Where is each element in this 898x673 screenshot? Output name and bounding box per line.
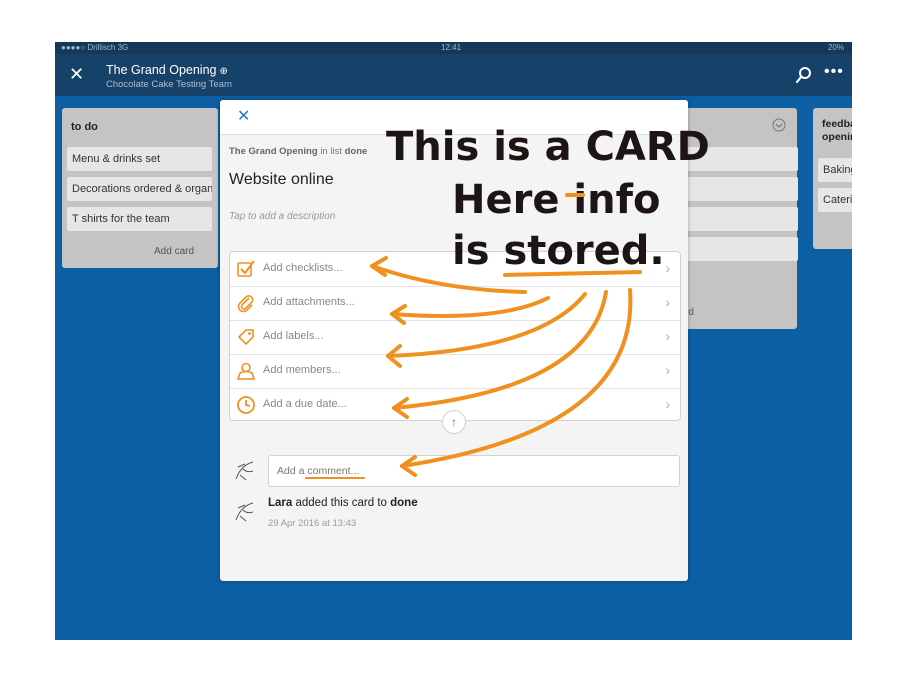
list-card[interactable] [685, 237, 798, 261]
list-card[interactable]: T shirts for the team [67, 207, 212, 231]
list-title: feedback opening [822, 118, 852, 143]
collapse-up-icon[interactable]: ↑ [442, 410, 466, 434]
add-labels-row[interactable]: Add labels... › [230, 320, 680, 355]
card-detail-modal: ✕ The Grand Opening in list done Website… [220, 100, 688, 581]
avatar [235, 502, 254, 522]
list-title: to do [71, 121, 98, 133]
list-to-do: to do Menu & drinks set Decorations orde… [62, 108, 218, 268]
chevron-right-icon: › [665, 362, 670, 378]
carrier-label: ●●●●○ Drillisch 3G [61, 43, 129, 52]
chevron-right-icon: › [665, 294, 670, 310]
card-options-list: Add checklists... › Add attachments... ›… [229, 251, 681, 421]
breadcrumb-board[interactable]: The Grand Opening [229, 146, 318, 157]
activity-target: done [390, 497, 418, 509]
list-card[interactable]: Decorations ordered & organised [67, 177, 212, 201]
list-card[interactable]: Menu & drinks set [67, 147, 212, 171]
list-card[interactable] [685, 147, 798, 171]
add-members-row[interactable]: Add members... › [230, 354, 680, 389]
chevron-right-icon: › [665, 260, 670, 276]
list-menu-icon[interactable] [772, 118, 786, 132]
trello-screen: ●●●●○ Drillisch 3G 12:41 20% ✕ The Grand… [55, 42, 852, 640]
avatar [235, 461, 254, 481]
add-attachments-row[interactable]: Add attachments... › [230, 286, 680, 321]
board-title: The Grand Opening ⊕ [106, 63, 228, 77]
breadcrumb-in-list: in list [320, 146, 342, 157]
clock-label: 12:41 [441, 43, 462, 52]
description-field[interactable]: Tap to add a description [229, 211, 335, 222]
search-icon[interactable] [795, 66, 813, 84]
option-label: Add a due date... [263, 398, 347, 410]
list-card[interactable]: Baking [818, 158, 852, 182]
card-breadcrumb: The Grand Opening in list done [229, 146, 367, 157]
list-card[interactable] [685, 207, 798, 231]
close-board-icon[interactable]: ✕ [69, 64, 84, 84]
chevron-right-icon: › [665, 396, 670, 412]
paperclip-icon [237, 295, 254, 313]
comment-input[interactable]: Add a comment... [268, 455, 680, 487]
modal-header: ✕ [220, 100, 688, 135]
globe-icon: ⊕ [219, 66, 228, 77]
list-card[interactable]: Catering [818, 188, 852, 212]
add-card-button[interactable]: Add card [154, 246, 194, 257]
comment-placeholder: Add a comment... [277, 465, 360, 477]
option-label: Add labels... [263, 330, 324, 342]
checklist-icon [237, 260, 255, 277]
clock-icon [237, 396, 255, 414]
status-bar: ●●●●○ Drillisch 3G 12:41 20% [55, 42, 852, 54]
breadcrumb-list[interactable]: done [345, 146, 368, 157]
team-name: Chocolate Cake Testing Team [106, 79, 232, 90]
card-title[interactable]: Website online [229, 171, 334, 189]
option-label: Add members... [263, 364, 341, 376]
option-label: Add attachments... [263, 296, 355, 308]
activity-action: added this card to [295, 497, 387, 509]
list-card[interactable] [685, 177, 798, 201]
more-icon[interactable]: ••• [824, 63, 844, 81]
option-label: Add checklists... [263, 262, 343, 274]
person-icon [236, 362, 256, 380]
activity-user[interactable]: Lara [268, 497, 292, 509]
add-checklists-row[interactable]: Add checklists... › [230, 252, 680, 287]
board-title-text: The Grand Opening [106, 63, 217, 77]
list-feedback: feedback opening Baking Catering [813, 108, 852, 249]
list-done: rd [680, 108, 798, 329]
board-navbar: ✕ The Grand Opening ⊕ Chocolate Cake Test… [55, 54, 852, 96]
chevron-right-icon: › [665, 328, 670, 344]
close-icon[interactable]: ✕ [237, 106, 250, 126]
activity-timestamp: 29 Apr 2016 at 13:43 [268, 518, 357, 529]
tag-icon [237, 329, 254, 346]
activity-entry: Lara added this card to done [268, 497, 418, 509]
battery-label: 20% [827, 43, 844, 52]
